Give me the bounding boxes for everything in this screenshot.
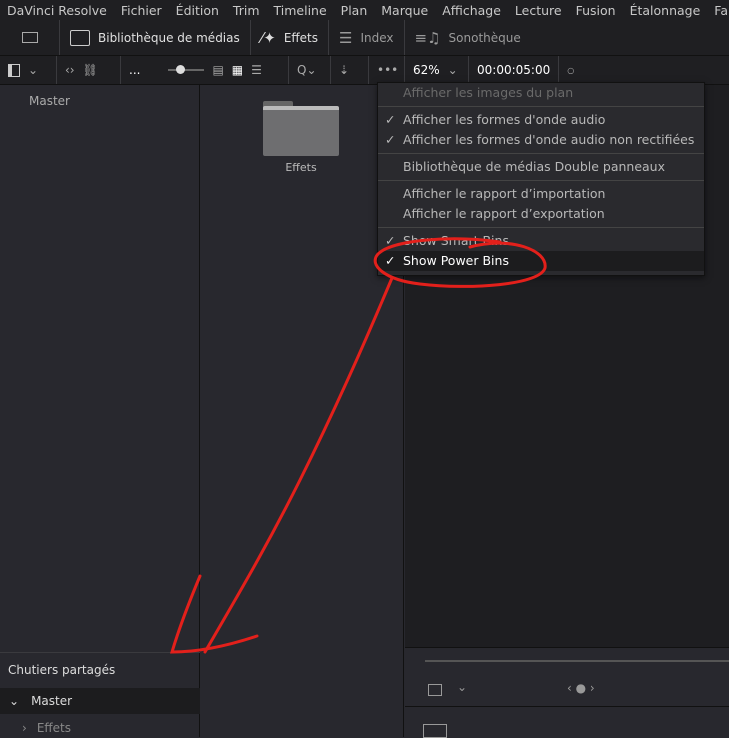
check-icon: ✓ [385, 112, 396, 127]
grid-view-icon[interactable]: ▦ [232, 63, 243, 77]
menu-item-import-report[interactable]: Afficher le rapport d’importation [378, 184, 704, 204]
monitor-icon [21, 32, 38, 43]
index-label: Index [360, 30, 394, 45]
shared-bins-header: Chutiers partagés [8, 663, 116, 677]
secondary-toolbar: ⌄ ‹› ⛓ ... ▤ ▦ ☰ Q⌄ ⇣ ••• 62% ⌄ 00:00:05:00 ○ [0, 56, 729, 85]
media-pool-grid: Effets [201, 85, 404, 737]
zoom-level[interactable]: 62% [413, 63, 440, 77]
more-options-icon[interactable]: ••• [377, 63, 398, 77]
tree-item-effets[interactable]: › Effets [22, 721, 71, 735]
menu-item-label: Afficher les images du plan [403, 85, 574, 100]
menu-affichage[interactable]: Affichage [442, 3, 501, 18]
chevron-right-icon: › [22, 721, 27, 735]
bin-master[interactable]: Master [29, 94, 70, 108]
menu-item-show-clip-images[interactable]: Afficher les images du plan [378, 83, 704, 103]
frame-nav[interactable]: ‹ ● › [567, 681, 595, 695]
chevron-down-icon[interactable]: ⌄ [457, 680, 467, 694]
menu-item-label: Afficher les formes d'onde audio non rec… [403, 132, 695, 147]
media-pool-button[interactable]: Bibliothèque de médias [60, 20, 251, 55]
chevron-down-icon[interactable]: ⌄ [448, 63, 458, 77]
check-icon: ✓ [385, 132, 396, 147]
menu-trim[interactable]: Trim [233, 3, 260, 18]
dot-indicator: ○ [567, 65, 575, 75]
list-view-icon[interactable]: ☰ [251, 63, 262, 77]
filename-dots[interactable]: ... [129, 63, 140, 77]
effects-label: Effets [283, 30, 319, 45]
menu-marque[interactable]: Marque [381, 3, 428, 18]
code-arrows-icon[interactable]: ‹› [65, 63, 75, 77]
menu-item-show-unrectified-waveforms[interactable]: ✓ Afficher les formes d'onde audio non re… [378, 130, 704, 150]
image-icon [70, 29, 90, 46]
menu-item-export-report[interactable]: Afficher le rapport d’exportation [378, 204, 704, 224]
effects-button[interactable]: ⁄✦ Effets [251, 20, 330, 55]
magic-wand-icon: ⁄✦ [260, 28, 276, 47]
menu-item-label: Afficher le rapport d’importation [403, 186, 606, 201]
unlink-icon[interactable]: ⛓ [83, 63, 98, 77]
menu-fairlight[interactable]: Fairlight [714, 3, 729, 18]
menu-item-show-smart-bins[interactable]: ✓ Show Smart Bins [378, 231, 704, 251]
menu-item-dual-panel[interactable]: Bibliothèque de médias Double panneaux [378, 157, 704, 177]
menu-item-label: Afficher le rapport d’exportation [403, 206, 605, 221]
panel-toggle-icon[interactable] [8, 63, 20, 77]
menu-item-show-power-bins[interactable]: ✓ Show Power Bins [378, 251, 704, 271]
menu-fusion[interactable]: Fusion [576, 3, 616, 18]
menu-fichier[interactable]: Fichier [121, 3, 162, 18]
menu-item-label: Show Power Bins [403, 253, 509, 268]
sound-library-button[interactable]: ≡♫ Sonothèque [405, 20, 531, 55]
check-icon: ✓ [385, 233, 396, 248]
tree-master-label: Master [31, 694, 73, 708]
check-icon: ✓ [385, 253, 396, 268]
menu-item-show-waveforms[interactable]: ✓ Afficher les formes d'onde audio [378, 110, 704, 130]
chevron-down-icon[interactable]: ⌄ [28, 63, 38, 77]
list-icon: ☰ [339, 28, 353, 47]
menu-item-label: Afficher les formes d'onde audio [403, 112, 606, 127]
thumbnail-size-slider[interactable] [168, 65, 205, 74]
tree-item-master[interactable]: ⌄ Master [0, 688, 200, 714]
tree-effets-label: Effets [36, 721, 72, 735]
menu-timeline[interactable]: Timeline [274, 3, 327, 18]
toolbar: Bibliothèque de médias ⁄✦ Effets ☰ Index ≡… [0, 20, 729, 56]
bin-list-panel: Master Chutiers partagés ⌄ Master › Effets [0, 85, 200, 737]
menu-bar: DaVinci Resolve Fichier Édition Trim Tim… [0, 0, 729, 20]
timecode: 00:00:05:00 [477, 63, 551, 77]
media-pool-label: Bibliothèque de médias [98, 30, 240, 45]
crop-icon[interactable] [428, 684, 442, 696]
chevron-down-icon: ⌄ [9, 694, 20, 708]
menu-item-label: Show Smart Bins [403, 233, 509, 248]
sort-icon[interactable]: ⇣ [339, 63, 349, 77]
menu-edition[interactable]: Édition [176, 3, 219, 18]
layout-icon[interactable] [423, 724, 447, 738]
scrubber-bar[interactable] [425, 660, 729, 662]
options-dropdown-menu: Afficher les images du plan ✓ Afficher le… [377, 82, 705, 276]
music-icon: ≡♫ [414, 28, 441, 47]
metadata-view-icon[interactable]: ▤ [212, 63, 223, 77]
search-icon[interactable]: Q⌄ [297, 63, 317, 77]
workspace-toggle-button[interactable] [0, 20, 60, 55]
folder-label: Effets [285, 161, 317, 174]
viewer-controls: ⌄ ‹ ● › [405, 647, 729, 738]
sound-label: Sonothèque [448, 30, 521, 45]
index-button[interactable]: ☰ Index [329, 20, 405, 55]
menu-davinci[interactable]: DaVinci Resolve [7, 3, 107, 18]
menu-plan[interactable]: Plan [341, 3, 368, 18]
folder-icon [261, 101, 341, 156]
menu-etalonnage[interactable]: Étalonnage [630, 3, 701, 18]
folder-effets[interactable]: Effets [261, 101, 341, 174]
menu-lecture[interactable]: Lecture [515, 3, 562, 18]
menu-item-label: Bibliothèque de médias Double panneaux [403, 159, 666, 174]
